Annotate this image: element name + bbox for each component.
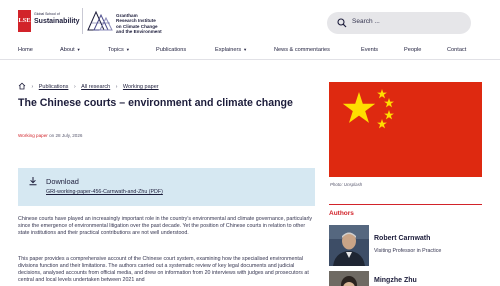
nav-label: Contact bbox=[447, 47, 467, 53]
grantham-line: and the Environment bbox=[116, 29, 162, 35]
lse-logo-name[interactable]: Sustainability bbox=[34, 18, 80, 25]
lse-logo-subtitle: Global School of bbox=[34, 12, 60, 16]
chevron-down-icon: ▼ bbox=[76, 47, 81, 52]
publication-type-link[interactable]: Working paper bbox=[18, 133, 48, 138]
small-star-icon bbox=[384, 98, 394, 108]
nav-label: About bbox=[60, 47, 75, 53]
chevron-right-icon: › bbox=[73, 84, 76, 90]
main-nav: Home About ▼ Topics ▼ Publications Explain… bbox=[0, 42, 500, 60]
page-title: The Chinese courts – environment and cli… bbox=[18, 97, 293, 109]
download-pdf-link[interactable]: GRI-working-paper-456-Carnwath-and-Zhu (… bbox=[46, 189, 163, 195]
nav-label: Events bbox=[361, 47, 379, 53]
nav-label: Explainers bbox=[215, 47, 242, 53]
large-star-icon bbox=[342, 92, 376, 123]
article-paragraph: This paper provides a comprehensive acco… bbox=[18, 256, 309, 283]
author-name-link[interactable]: Mingzhe Zhu bbox=[374, 277, 417, 284]
logo-divider bbox=[82, 8, 83, 34]
small-star-icon bbox=[377, 119, 387, 129]
nav-item-explainers[interactable]: Explainers ▼ bbox=[215, 47, 247, 53]
small-star-icon bbox=[377, 89, 387, 99]
nav-item-about[interactable]: About ▼ bbox=[60, 47, 81, 53]
nav-item-publications[interactable]: Publications bbox=[156, 47, 186, 53]
grantham-logo-icon[interactable] bbox=[86, 10, 114, 32]
nav-item-people[interactable]: People bbox=[404, 47, 421, 53]
publication-date: on 28 July, 2026 bbox=[47, 133, 83, 138]
breadcrumb: › Publications › All research › Working … bbox=[18, 82, 159, 92]
breadcrumb-all-research[interactable]: All research bbox=[81, 84, 110, 90]
avatar[interactable] bbox=[329, 271, 369, 286]
breadcrumb-working-paper[interactable]: Working paper bbox=[123, 84, 159, 90]
nav-item-topics[interactable]: Topics ▼ bbox=[108, 47, 130, 53]
download-title: Download bbox=[46, 177, 79, 186]
breadcrumb-publications[interactable]: Publications bbox=[39, 84, 69, 90]
author-name-link[interactable]: Robert Carnwath bbox=[374, 235, 430, 242]
avatar[interactable] bbox=[329, 225, 369, 266]
download-box: Download GRI-working-paper-456-Carnwath-… bbox=[18, 168, 315, 206]
home-icon[interactable] bbox=[18, 82, 26, 92]
search-bar[interactable]: Search ... bbox=[327, 12, 471, 34]
lse-logo[interactable]: LSE bbox=[18, 10, 31, 32]
nav-label: News & commentaries bbox=[274, 47, 330, 53]
nav-label: Topics bbox=[108, 47, 124, 53]
china-flag-image bbox=[329, 82, 482, 177]
nav-item-events[interactable]: Events bbox=[361, 47, 378, 53]
download-icon bbox=[29, 177, 37, 186]
author-role: Visiting Professor in Practice bbox=[374, 248, 442, 254]
site-header: LSE Global School of Sustainability Gran… bbox=[0, 0, 500, 42]
chevron-right-icon: › bbox=[115, 84, 118, 90]
article-paragraph: Chinese courts have played an increasing… bbox=[18, 216, 313, 236]
photo-caption: Photo: Unsplash bbox=[330, 182, 363, 187]
small-star-icon bbox=[384, 110, 394, 120]
grantham-logo-text[interactable]: Grantham Research Institute on Climate C… bbox=[116, 13, 196, 35]
chevron-down-icon: ▼ bbox=[125, 47, 130, 52]
chevron-right-icon: › bbox=[31, 84, 34, 90]
search-input[interactable]: Search ... bbox=[352, 18, 380, 25]
nav-label: People bbox=[404, 47, 422, 53]
nav-item-contact[interactable]: Contact bbox=[447, 47, 466, 53]
publication-meta: Working paper on 28 July, 2026 bbox=[18, 133, 82, 138]
nav-item-news[interactable]: News & commentaries bbox=[274, 47, 330, 53]
authors-heading: Authors bbox=[329, 210, 354, 217]
chevron-down-icon: ▼ bbox=[243, 47, 248, 52]
nav-item-home[interactable]: Home bbox=[18, 47, 33, 53]
search-icon bbox=[337, 18, 347, 28]
nav-label: Publications bbox=[156, 47, 187, 53]
authors-divider bbox=[329, 204, 482, 205]
nav-label: Home bbox=[18, 47, 33, 53]
